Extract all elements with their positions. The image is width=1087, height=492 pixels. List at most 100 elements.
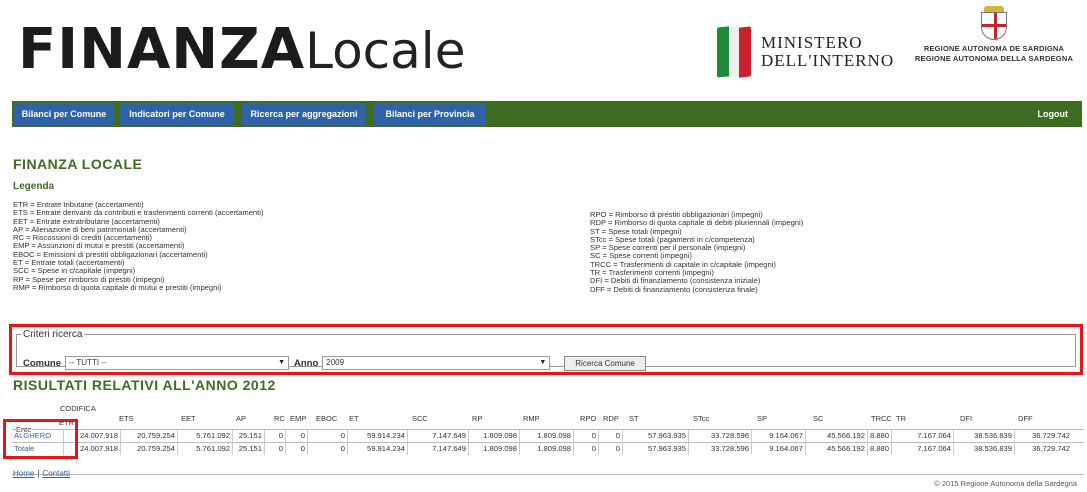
table-cell-trcc: 8.880 [867, 443, 891, 455]
table-cell-dfi: 38.536.839 [953, 443, 1014, 455]
logo-bold-text: FINANZA [18, 17, 306, 82]
col-header-eboc: EBOC [316, 414, 338, 423]
comune-select[interactable]: -- TUTTI -- ▼ [65, 356, 289, 370]
table-cell-sc: 45.566.192 [805, 443, 867, 455]
table-cell-tr: 7.167.064 [891, 443, 953, 455]
table-cell-stcc: 33.728.596 [688, 430, 751, 442]
codifica-label: CODIFICA [60, 404, 96, 413]
anno-select[interactable]: 2009 ▼ [322, 356, 551, 370]
regione-line1: REGIONE AUTONOMA DE SARDIGNA [923, 44, 1065, 53]
table-cell-scc: 7.147.649 [407, 443, 468, 455]
table-cell-rpo: 0 [573, 443, 598, 455]
comune-select-value: -- TUTTI -- [69, 358, 107, 367]
col-header-stcc: STcc [693, 414, 710, 423]
table-cell-rp: 1.809.098 [468, 430, 519, 442]
nav-bilanci-per-provincia[interactable]: Bilanci per Provincia [374, 103, 486, 125]
search-criteria-fieldset: Criteri ricerca Comune -- TUTTI -- ▼ Ann… [16, 329, 1076, 371]
dropdown-arrow-icon: ▼ [278, 359, 285, 366]
nav-indicatori-per-comune[interactable]: Indicatori per Comune [120, 103, 234, 125]
col-header-et: ET [349, 414, 359, 423]
comune-label: Comune [23, 357, 61, 369]
col-header-dff: DFF [1018, 414, 1033, 423]
col-header-ap: AP [236, 414, 247, 423]
ente-column-highlight [3, 419, 78, 459]
table-row: ALGHERO 24.007.918 20.759.254 5.761.092 25.1… [12, 429, 1084, 442]
search-criteria-highlight: Criteri ricerca Comune -- TUTTI -- ▼ Ann… [9, 324, 1083, 375]
table-cell-tr: 7.167.064 [891, 430, 953, 442]
col-header-scc: SCC [412, 414, 428, 423]
legend-right-list: RPO = Rimborso di prestiti obbligazionar… [590, 210, 803, 294]
legend-title: Legenda [13, 181, 55, 192]
anno-label: Anno [294, 357, 319, 369]
legend-item: DFF = Debiti di finanziamento (consisten… [590, 284, 758, 294]
legend-item: RMP = Rimborso di quota capitale di mutu… [13, 282, 222, 292]
table-cell-rc: 0 [264, 430, 285, 442]
table-cell-dff: 36.729.742 [1014, 430, 1072, 442]
nav-ricerca-per-aggregazioni[interactable]: Ricerca per aggregazioni [242, 103, 366, 125]
table-cell-rmp: 1.809.098 [519, 443, 573, 455]
col-header-trcc: TRCC [871, 414, 892, 423]
page-title: FINANZA LOCALE [13, 156, 143, 172]
table-cell-sp: 9.164.067 [751, 443, 805, 455]
table-cell-emp: 0 [285, 430, 307, 442]
contatti-link[interactable]: Contatti [42, 469, 70, 478]
col-header-tr: TR [896, 414, 906, 423]
footer-divider [12, 474, 1084, 475]
table-cell-et: 59.914.234 [347, 443, 407, 455]
col-header-ets: ETS [119, 414, 134, 423]
table-cell-rpo: 0 [573, 430, 598, 442]
table-cell-eet: 5.761.092 [177, 430, 232, 442]
nav-bilanci-per-comune[interactable]: Bilanci per Comune [14, 103, 114, 125]
table-cell-trcc: 8.880 [867, 430, 891, 442]
regione-sardegna-logo[interactable]: REGIONE AUTONOMA DE SARDIGNA REGIONE AUT… [908, 6, 1080, 64]
table-cell-st: 57.963.935 [622, 443, 688, 455]
sardinia-crest-icon [979, 6, 1009, 40]
copyright-text: © 2015 Regione Autonoma della Sardegna [934, 479, 1077, 488]
col-header-emp: EMP [290, 414, 307, 423]
col-header-rdp: RDP [603, 414, 619, 423]
table-cell-rmp: 1.809.098 [519, 430, 573, 442]
table-cell-ets: 20.759.254 [120, 430, 177, 442]
site-header: FINANZALocale MINISTERO DELL'INTERNO REG… [0, 0, 1087, 98]
footer-links: Home | Contatti [13, 469, 70, 478]
table-cell-emp: 0 [285, 443, 307, 455]
ministero-logo[interactable]: MINISTERO DELL'INTERNO [717, 26, 894, 78]
table-cell-rdp: 0 [598, 443, 622, 455]
ministero-line2: DELL'INTERNO [761, 51, 895, 70]
main-nav: Bilanci per Comune Indicatori per Comune… [12, 101, 1082, 127]
col-header-eet: EET [181, 414, 196, 423]
table-header: ETR ETS EET AP RC EMP EBOC ET SCC RP RMP… [0, 414, 1087, 427]
table-cell-rc: 0 [264, 443, 285, 455]
table-cell-ap: 25.151 [232, 443, 264, 455]
col-header-sp: SP [757, 414, 768, 423]
table-cell-ets: 20.759.254 [120, 443, 177, 455]
table-cell-sc: 45.566.192 [805, 430, 867, 442]
table-cell-stcc: 33.728.596 [688, 443, 751, 455]
legend-left-list: ETR = Entrate tributarie (accertamenti) … [13, 200, 264, 292]
col-header-rp: RP [472, 414, 483, 423]
dropdown-arrow-icon: ▼ [539, 359, 547, 366]
col-header-rmp: RMP [523, 414, 540, 423]
table-cell-rdp: 0 [598, 430, 622, 442]
table-cell-dfi: 38.536.839 [953, 430, 1014, 442]
table-cell-eet: 5.761.092 [177, 443, 232, 455]
logout-link[interactable]: Logout [1038, 101, 1069, 127]
col-header-rc: RC [274, 414, 285, 423]
table-cell-st: 57.963.935 [622, 430, 688, 442]
finanzalocale-logo[interactable]: FINANZALocale [18, 22, 465, 78]
table-cell-eboc: 0 [307, 443, 347, 455]
logo-light-text: Locale [305, 22, 466, 80]
table-cell-rp: 1.809.098 [468, 443, 519, 455]
col-header-st: ST [629, 414, 639, 423]
results-title: RISULTATI RELATIVI ALL'ANNO 2012 [13, 377, 276, 393]
search-criteria-legend: Criteri ricerca [23, 329, 83, 340]
regione-line2: REGIONE AUTONOMA DELLA SARDEGNA [914, 54, 1074, 63]
ricerca-comune-button[interactable]: Ricerca Comune [564, 355, 646, 371]
italian-flag-icon [717, 26, 751, 78]
table-row: Totale 24.007.918 20.759.254 5.761.092 25.15… [12, 442, 1084, 455]
table-cell-scc: 7.147.649 [407, 430, 468, 442]
home-link[interactable]: Home [13, 469, 34, 478]
col-header-dfi: DFI [960, 414, 973, 423]
ministero-line1: MINISTERO [761, 33, 863, 52]
table-cell-ap: 25.151 [232, 430, 264, 442]
